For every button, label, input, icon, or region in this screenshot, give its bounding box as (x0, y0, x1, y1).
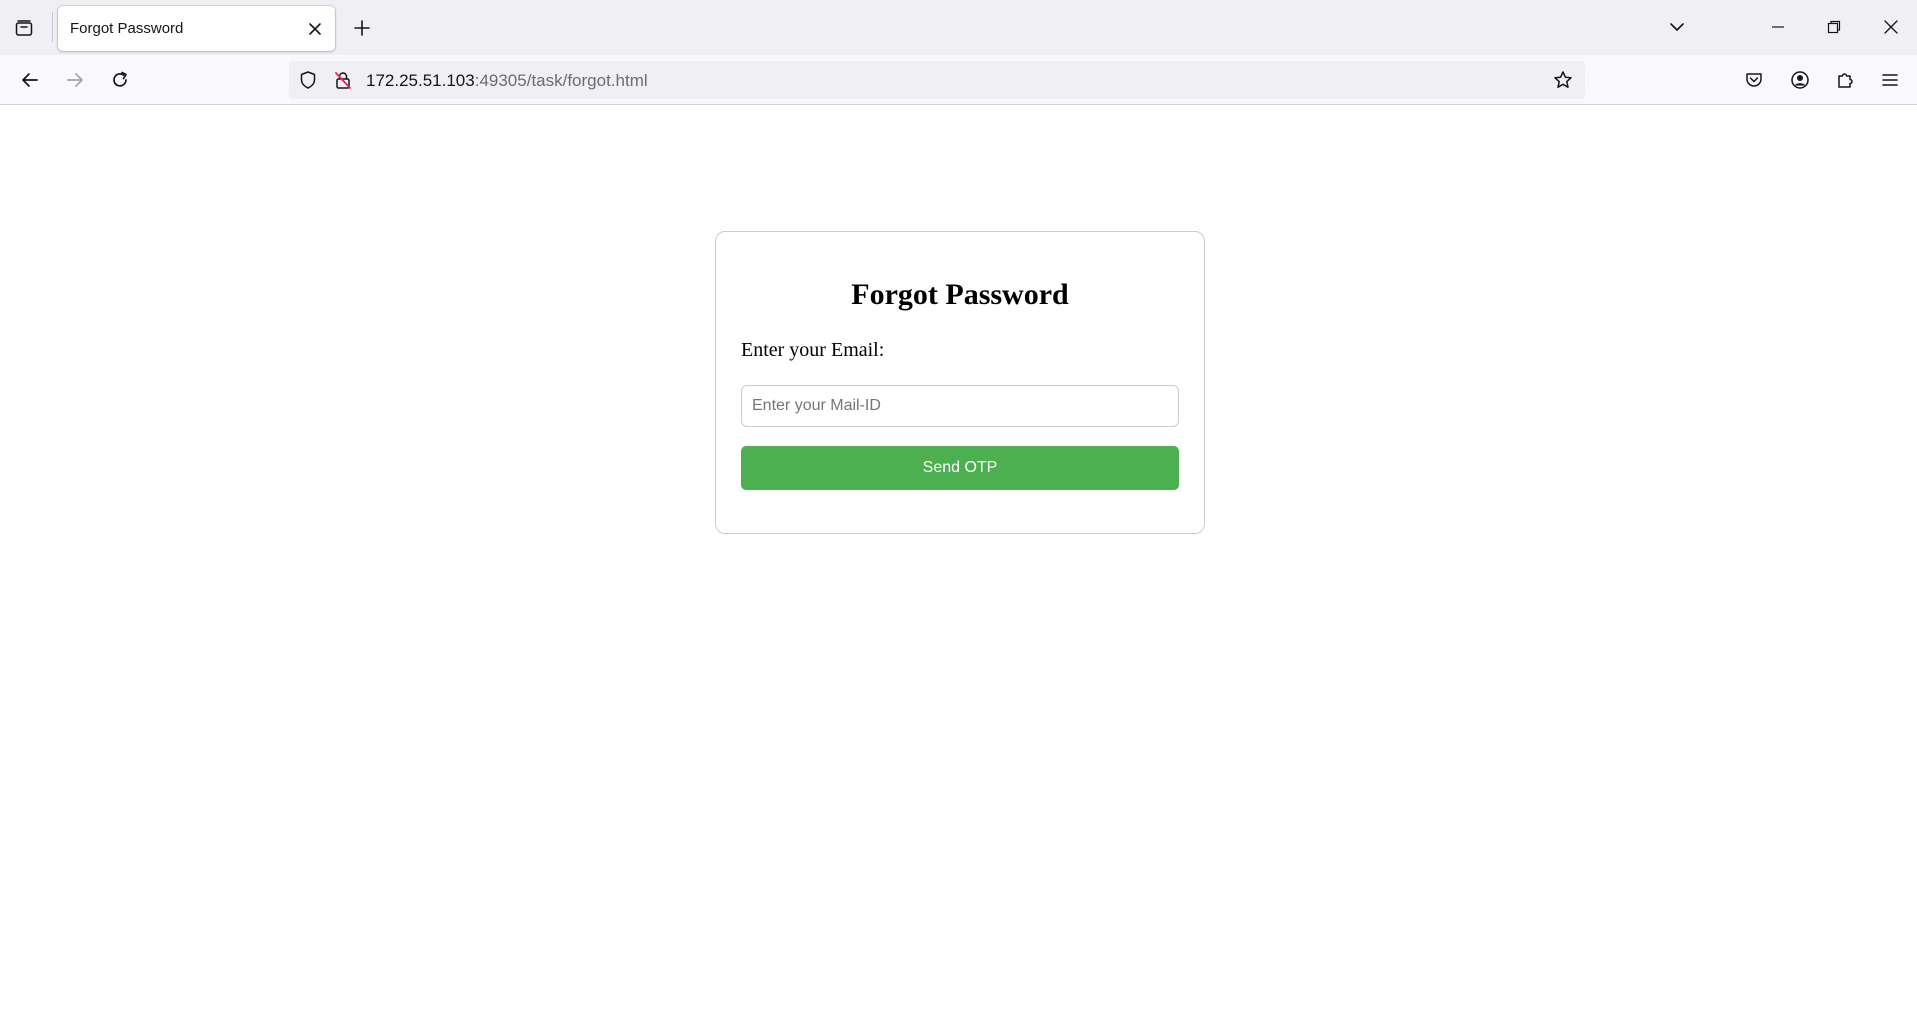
arrow-left-icon[interactable] (14, 64, 46, 96)
email-field[interactable] (741, 385, 1179, 427)
page-content: Forgot Password Enter your Email: Send O… (0, 106, 1917, 1012)
tab-divider (52, 12, 53, 42)
star-icon[interactable] (1549, 66, 1577, 94)
reload-icon[interactable] (104, 64, 136, 96)
hamburger-menu-icon[interactable] (1874, 64, 1906, 96)
forgot-password-card: Forgot Password Enter your Email: Send O… (715, 231, 1205, 534)
chevron-down-icon[interactable] (1661, 12, 1693, 42)
close-window-icon[interactable] (1875, 12, 1907, 42)
send-otp-button[interactable]: Send OTP (741, 446, 1179, 490)
tab-list-icon[interactable] (10, 14, 38, 42)
tab-strip: Forgot Password (0, 0, 1917, 55)
url-path: :49305/task/forgot.html (474, 71, 648, 90)
navigation-toolbar: 172.25.51.103:49305/task/forgot.html (0, 55, 1917, 105)
url-text[interactable]: 172.25.51.103:49305/task/forgot.html (366, 71, 648, 91)
pocket-icon[interactable] (1738, 64, 1770, 96)
insecure-lock-icon[interactable] (333, 70, 353, 90)
tab-title: Forgot Password (70, 20, 184, 37)
restore-icon[interactable] (1818, 12, 1850, 42)
account-icon[interactable] (1784, 64, 1816, 96)
close-icon[interactable] (303, 17, 327, 41)
arrow-right-icon[interactable] (59, 64, 91, 96)
minimize-icon[interactable] (1762, 12, 1794, 42)
email-label: Enter your Email: (741, 339, 885, 361)
page-title: Forgot Password (851, 278, 1069, 311)
url-host: 172.25.51.103 (366, 71, 475, 90)
shield-icon[interactable] (298, 70, 318, 90)
puzzle-icon[interactable] (1829, 64, 1861, 96)
url-bar[interactable]: 172.25.51.103:49305/task/forgot.html (289, 61, 1585, 99)
tab-forgot-password[interactable]: Forgot Password (58, 6, 335, 51)
plus-icon[interactable] (348, 14, 376, 42)
